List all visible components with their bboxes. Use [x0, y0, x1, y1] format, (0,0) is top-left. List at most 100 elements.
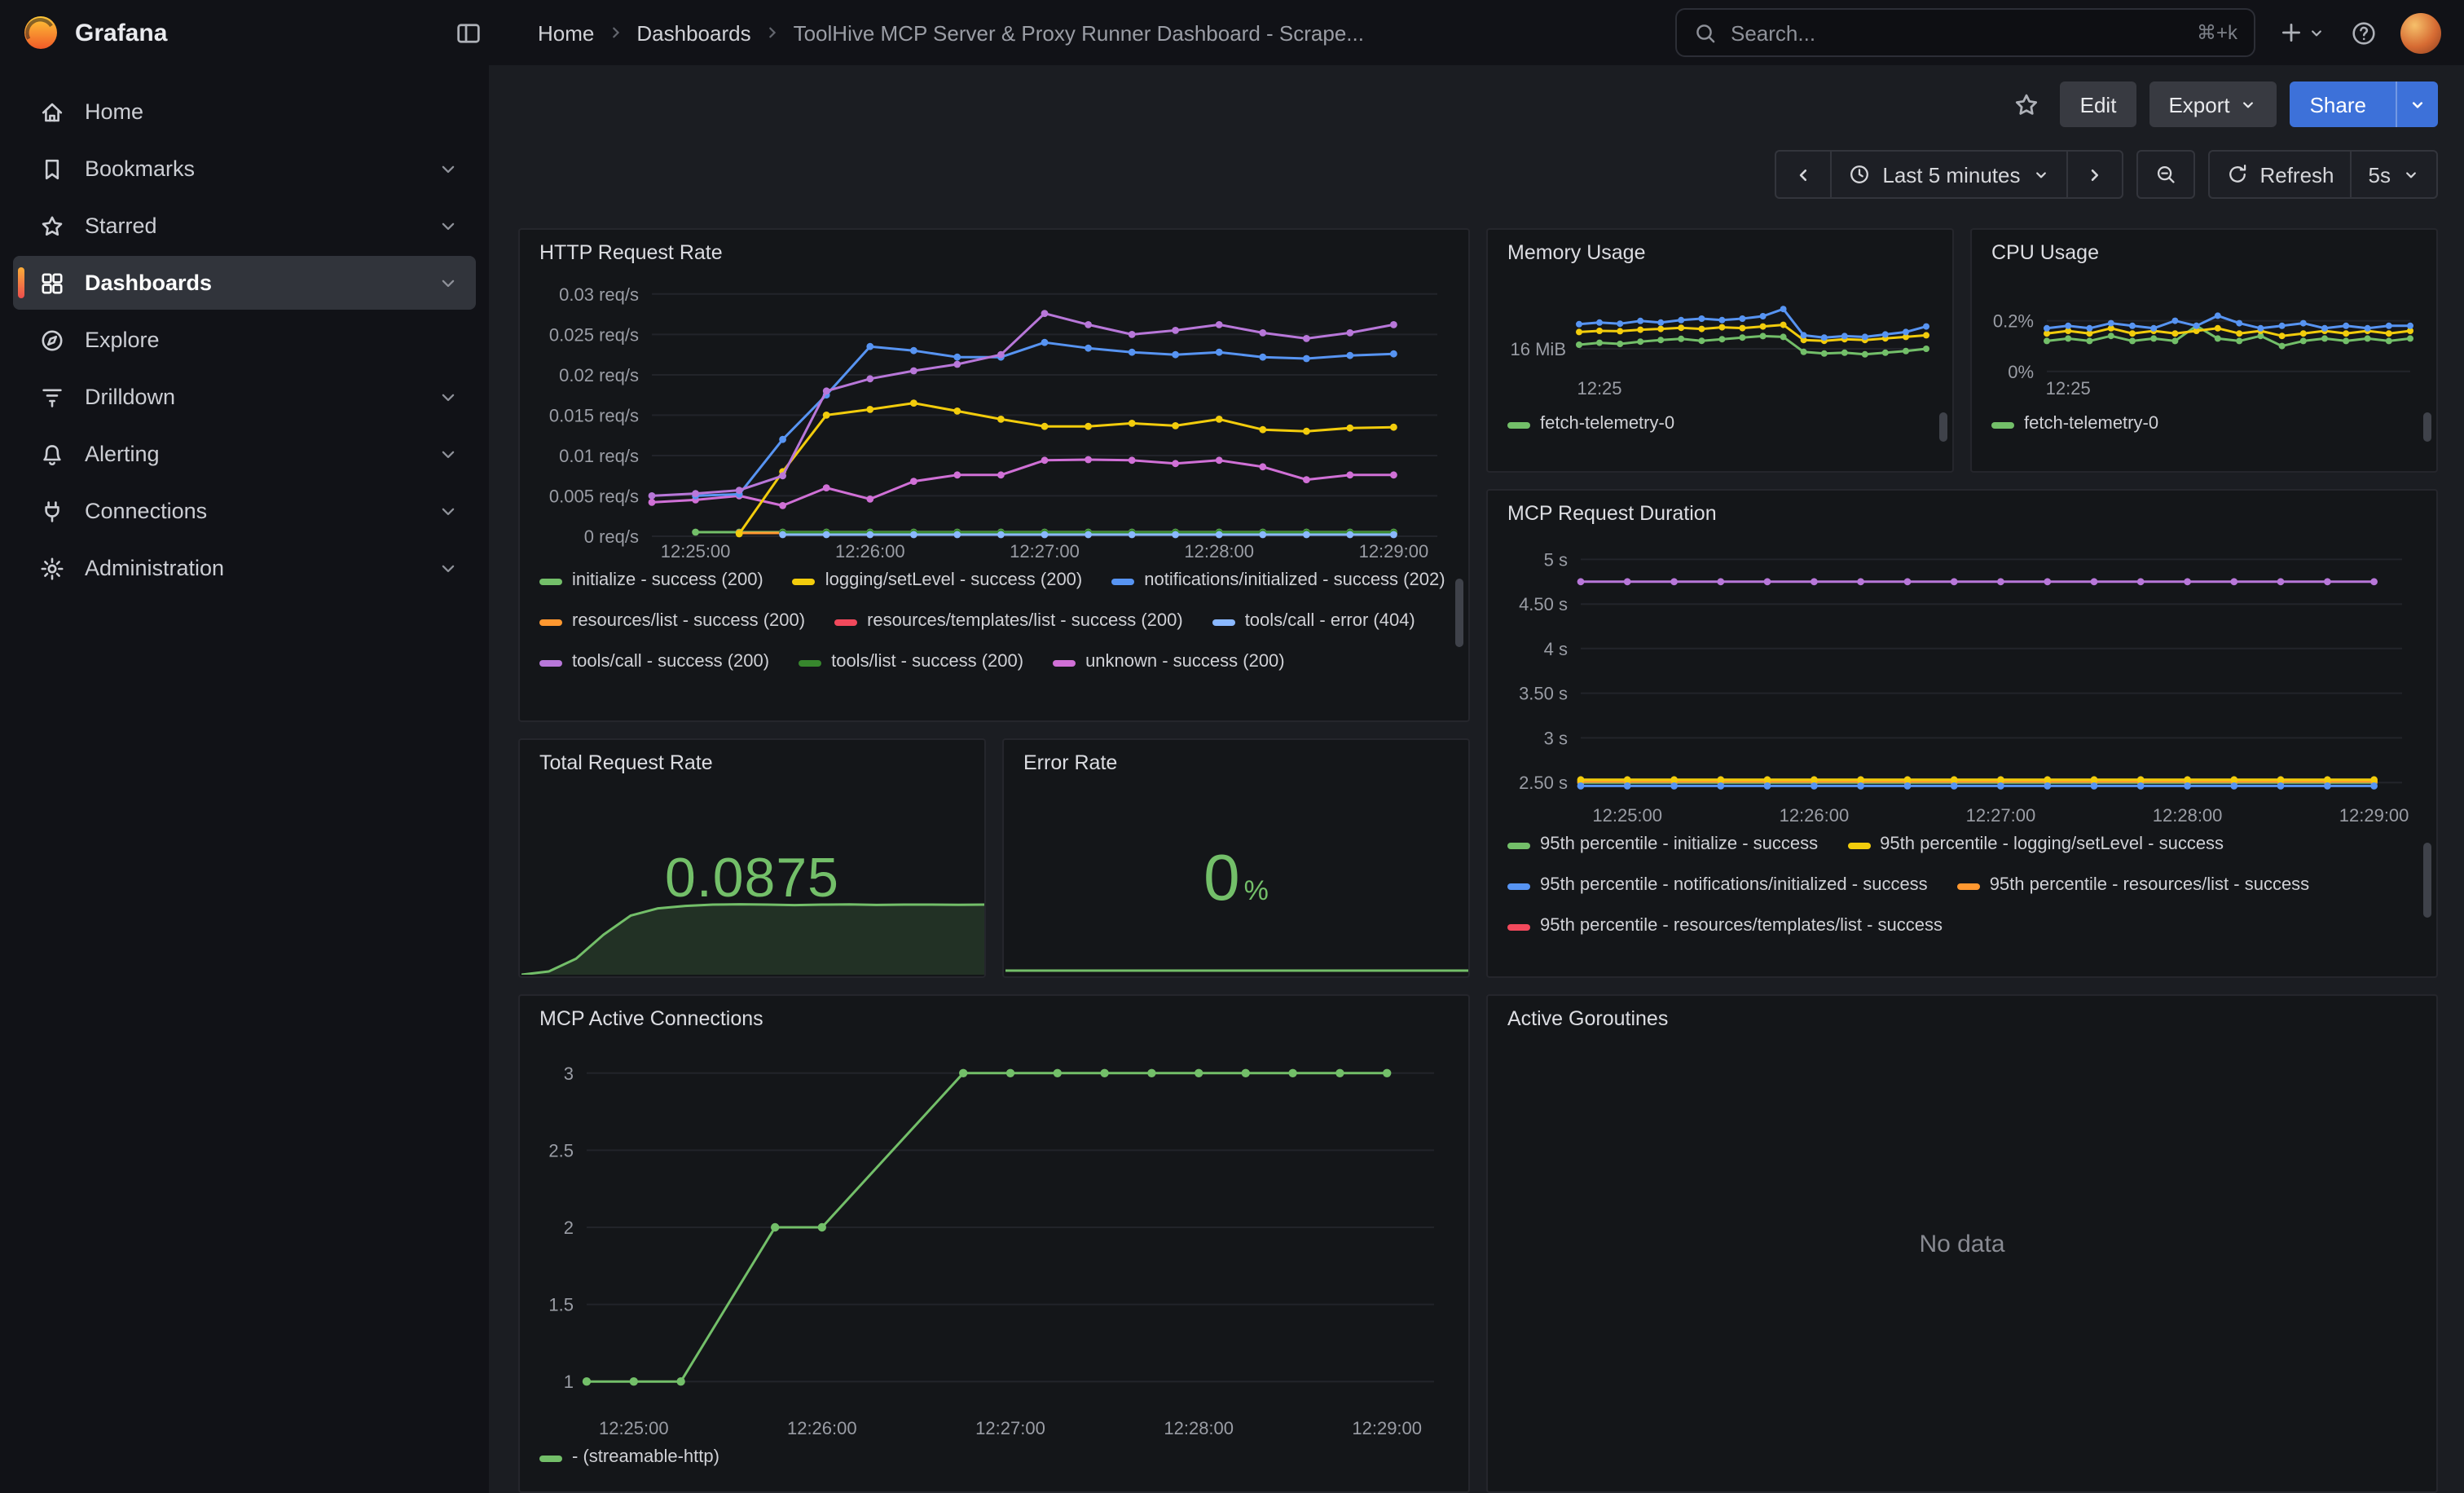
refresh-button[interactable]: Refresh — [2207, 150, 2352, 199]
legend-swatch — [1053, 659, 1076, 666]
legend-item[interactable]: 95th percentile - logging/setLevel - suc… — [1847, 833, 2224, 857]
legend-item[interactable]: tools/call - success (200) — [539, 650, 769, 675]
panel-title[interactable]: Total Request Rate — [520, 740, 984, 779]
legend-item[interactable]: 95th percentile - resources/templates/li… — [1507, 914, 1943, 939]
zoom-out-button[interactable] — [2136, 150, 2194, 199]
svg-text:0.02 req/s: 0.02 req/s — [559, 365, 639, 385]
legend-swatch — [1507, 923, 1530, 930]
chevron-down-icon[interactable] — [437, 557, 460, 579]
http-legend: initialize - success (200) logging/setLev… — [520, 562, 1468, 702]
chevron-down-icon[interactable] — [437, 385, 460, 408]
sidebar-item-label: Drilldown — [85, 385, 417, 409]
help-button[interactable] — [2342, 10, 2384, 55]
cpu-usage-chart[interactable]: 0%0.2%12:25 — [1991, 272, 2417, 399]
legend-item[interactable]: fetch-telemetry-0 — [1991, 412, 2158, 437]
sidebar-item-bookmarks[interactable]: Bookmarks — [13, 142, 476, 196]
search-box[interactable]: ⌘+k — [1675, 8, 2255, 57]
sidebar-item-connections[interactable]: Connections — [13, 484, 476, 538]
chevron-down-icon[interactable] — [437, 443, 460, 465]
panel-title[interactable]: MCP Active Connections — [520, 996, 1468, 1035]
legend-item[interactable]: resources/templates/list - success (200) — [834, 610, 1183, 634]
sidebar-item-alerting[interactable]: Alerting — [13, 427, 476, 481]
mcp-active-connections-chart[interactable]: 11.522.5312:25:0012:26:0012:27:0012:28:0… — [538, 1038, 1450, 1439]
dashboards-grid-icon — [39, 270, 65, 296]
chevron-down-icon[interactable] — [437, 271, 460, 294]
sidebar-toggle-button[interactable] — [447, 10, 489, 55]
legend-item[interactable]: tools/list - success (200) — [799, 650, 1023, 675]
sidebar-item-home[interactable]: Home — [13, 85, 476, 139]
nav-left: Grafana — [23, 10, 489, 55]
legend-label: notifications/initialized - success (202… — [1144, 569, 1445, 593]
legend-scrollbar[interactable] — [1939, 412, 1947, 442]
export-label: Export — [2168, 92, 2229, 117]
svg-text:12:27:00: 12:27:00 — [1010, 541, 1080, 562]
legend-item[interactable]: tools/call - error (404) — [1212, 610, 1415, 634]
legend-item[interactable]: 95th percentile - initialize - success — [1507, 833, 1818, 857]
legend-item[interactable]: fetch-telemetry-0 — [1507, 412, 1674, 437]
search-shortcut: ⌘+k — [2197, 21, 2237, 44]
export-button[interactable]: Export — [2149, 81, 2277, 127]
legend-swatch — [539, 578, 562, 584]
legend-swatch — [1507, 842, 1530, 848]
legend-item[interactable]: 95th percentile - notifications/initiali… — [1507, 874, 1928, 898]
panel-title[interactable]: MCP Request Duration — [1488, 491, 2436, 530]
legend-scrollbar[interactable] — [2423, 843, 2431, 918]
time-controls: Last 5 minutes Refresh 5 — [489, 127, 2464, 199]
legend-item[interactable]: 95th percentile - resources/list - succe… — [1957, 874, 2310, 898]
legend-item[interactable]: unknown - success (200) — [1053, 650, 1285, 675]
chevron-down-icon — [2031, 165, 2049, 183]
svg-text:12:25: 12:25 — [1577, 378, 1621, 399]
legend-swatch — [1111, 578, 1134, 584]
legend-item[interactable]: logging/setLevel - success (200) — [793, 569, 1083, 593]
time-forward-button[interactable] — [2066, 150, 2123, 199]
legend-label: 95th percentile - notifications/initiali… — [1540, 874, 1928, 898]
legend-item[interactable]: resources/list - success (200) — [539, 610, 805, 634]
panel-title[interactable]: CPU Usage — [1972, 230, 2436, 269]
panel-title[interactable]: Memory Usage — [1488, 230, 1952, 269]
mcp-request-duration-chart[interactable]: 2.50 s3 s3.50 s4 s4.50 s5 s12:25:0012:26… — [1506, 533, 2418, 826]
chevron-down-icon[interactable] — [437, 214, 460, 237]
legend-scrollbar[interactable] — [1455, 579, 1463, 647]
sidebar-item-label: Home — [85, 99, 460, 124]
sidebar-item-label: Starred — [85, 214, 417, 238]
svg-text:2.5: 2.5 — [548, 1140, 574, 1160]
dashboard-column-right: Memory Usage 16 MiB12:25 fetch-telemetry… — [1486, 228, 2438, 1493]
time-back-button[interactable] — [1775, 150, 1832, 199]
refresh-label: Refresh — [2259, 162, 2334, 187]
panel-title[interactable]: HTTP Request Rate — [520, 230, 1468, 269]
svg-text:12:29:00: 12:29:00 — [2339, 805, 2409, 826]
legend-swatch — [1847, 842, 1870, 848]
breadcrumb-dashboards[interactable]: Dashboards — [636, 20, 750, 45]
svg-text:0.2%: 0.2% — [1993, 311, 2034, 332]
sidebar-item-administration[interactable]: Administration — [13, 541, 476, 595]
legend-item[interactable]: initialize - success (200) — [539, 569, 763, 593]
legend-item[interactable]: notifications/initialized - success (202… — [1111, 569, 1445, 593]
legend-scrollbar[interactable] — [2423, 412, 2431, 442]
sidebar-item-dashboards[interactable]: Dashboards — [13, 256, 476, 310]
dashboard-column-left: HTTP Request Rate 0 req/s0.005 req/s0.01… — [518, 228, 1470, 1493]
sidebar-item-starred[interactable]: Starred — [13, 199, 476, 253]
sidebar-item-drilldown[interactable]: Drilldown — [13, 370, 476, 424]
grafana-logo[interactable] — [23, 15, 59, 51]
search-input[interactable] — [1731, 20, 2184, 45]
panel-title[interactable]: Error Rate — [1004, 740, 1468, 779]
share-button[interactable]: Share — [2290, 81, 2438, 127]
favorite-star-button[interactable] — [2005, 81, 2048, 127]
legend-item[interactable]: - (streamable-http) — [539, 1446, 719, 1470]
add-button[interactable] — [2278, 10, 2325, 55]
chevron-left-icon — [1793, 164, 1814, 185]
edit-button[interactable]: Edit — [2061, 81, 2136, 127]
time-range-picker[interactable]: Last 5 minutes — [1830, 150, 2067, 199]
chevron-down-icon[interactable] — [437, 500, 460, 522]
chevron-down-icon[interactable] — [437, 157, 460, 180]
user-avatar[interactable] — [2400, 12, 2441, 53]
memory-usage-chart[interactable]: 16 MiB12:25 — [1507, 272, 1933, 399]
breadcrumb-home[interactable]: Home — [538, 20, 594, 45]
refresh-interval-picker[interactable]: 5s — [2351, 150, 2438, 199]
share-label[interactable]: Share — [2290, 81, 2386, 127]
http-request-rate-chart[interactable]: 0 req/s0.005 req/s0.01 req/s0.015 req/s0… — [538, 272, 1450, 562]
chevron-down-icon — [437, 500, 460, 522]
sidebar-item-label: Dashboards — [85, 271, 417, 295]
sidebar-item-explore[interactable]: Explore — [13, 313, 476, 367]
share-menu-button[interactable] — [2396, 81, 2438, 127]
